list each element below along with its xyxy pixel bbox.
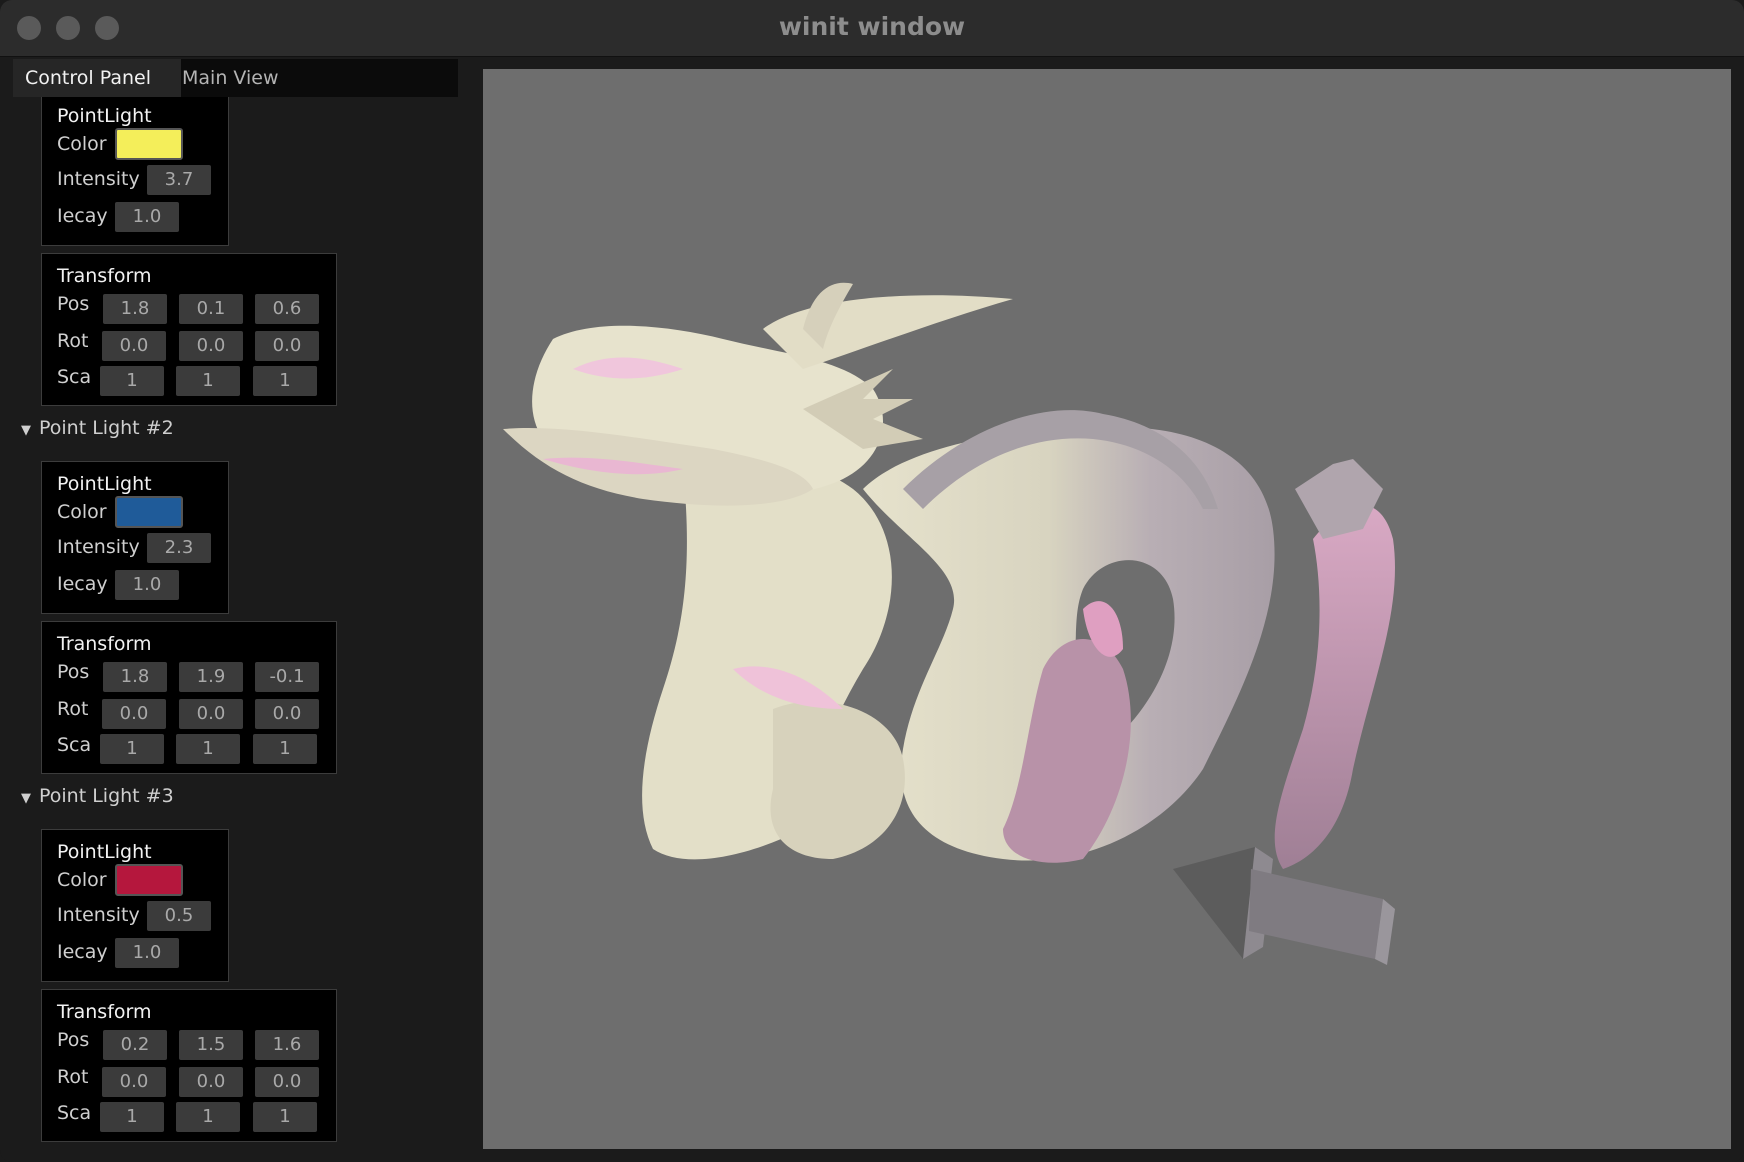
point-light-box-3: PointLight Color Intensity 0.5 Iecay 1.0: [41, 829, 229, 982]
sca-x-field[interactable]: 1: [100, 734, 164, 764]
point-light-heading: PointLight: [57, 841, 152, 863]
rot-label: Rot: [57, 1066, 89, 1088]
decay-label: Iecay: [57, 205, 108, 227]
collapse-arrow-icon: ▼: [21, 791, 31, 806]
color-label: Color: [57, 133, 107, 155]
section-title: Point Light #3: [39, 785, 174, 807]
tab-control-panel[interactable]: Control Panel: [13, 59, 181, 97]
rot-y-field[interactable]: 0.0: [179, 331, 243, 361]
rot-x-field[interactable]: 0.0: [102, 1067, 166, 1097]
sca-x-field[interactable]: 1: [100, 366, 164, 396]
sca-label: Sca: [57, 734, 92, 756]
rot-label: Rot: [57, 698, 89, 720]
point-light-box-1: PointLight Color Intensity 3.7 Iecay 1.0: [41, 97, 229, 246]
section-title: Point Light #2: [39, 417, 174, 439]
point-light-heading: PointLight: [57, 473, 152, 495]
sca-y-field[interactable]: 1: [176, 734, 240, 764]
transform-box-2: Transform Pos 1.8 1.9 -0.1 Rot 0.0 0.0 0…: [41, 621, 337, 774]
pos-label: Pos: [57, 1029, 90, 1051]
decay-field[interactable]: 1.0: [115, 202, 179, 232]
rot-label: Rot: [57, 330, 89, 352]
window-title: winit window: [778, 12, 966, 41]
pos-y-field[interactable]: 0.1: [179, 294, 243, 324]
rot-z-field[interactable]: 0.0: [255, 699, 319, 729]
point-light-2-header[interactable]: ▼ Point Light #2: [21, 417, 174, 439]
color-swatch[interactable]: [115, 128, 183, 160]
pos-label: Pos: [57, 293, 90, 315]
rot-z-field[interactable]: 0.0: [255, 331, 319, 361]
transform-heading: Transform: [57, 633, 152, 655]
intensity-field[interactable]: 2.3: [147, 533, 211, 563]
transform-heading: Transform: [57, 1001, 152, 1023]
pos-z-field[interactable]: 1.6: [255, 1030, 319, 1060]
intensity-label: Intensity: [57, 536, 140, 558]
decay-label: Iecay: [57, 573, 108, 595]
intensity-field[interactable]: 3.7: [147, 165, 211, 195]
rot-z-field[interactable]: 0.0: [255, 1067, 319, 1097]
transform-box-3: Transform Pos 0.2 1.5 1.6 Rot 0.0 0.0 0.…: [41, 989, 337, 1142]
sca-label: Sca: [57, 1102, 92, 1124]
rot-y-field[interactable]: 0.0: [179, 1067, 243, 1097]
decay-field[interactable]: 1.0: [115, 570, 179, 600]
transform-heading: Transform: [57, 265, 152, 287]
tab-main-view[interactable]: Main View: [170, 59, 290, 97]
sca-z-field[interactable]: 1: [253, 366, 317, 396]
color-swatch[interactable]: [115, 496, 183, 528]
intensity-label: Intensity: [57, 168, 140, 190]
color-label: Color: [57, 869, 107, 891]
sca-z-field[interactable]: 1: [253, 734, 317, 764]
sca-z-field[interactable]: 1: [253, 1102, 317, 1132]
sca-y-field[interactable]: 1: [176, 366, 240, 396]
pos-z-field[interactable]: 0.6: [255, 294, 319, 324]
decay-field[interactable]: 1.0: [115, 938, 179, 968]
intensity-label: Intensity: [57, 904, 140, 926]
tab-bar: Control Panel Main View: [13, 59, 458, 97]
rot-y-field[interactable]: 0.0: [179, 699, 243, 729]
rot-x-field[interactable]: 0.0: [102, 331, 166, 361]
color-swatch[interactable]: [115, 864, 183, 896]
point-light-3-header[interactable]: ▼ Point Light #3: [21, 785, 174, 807]
rot-x-field[interactable]: 0.0: [102, 699, 166, 729]
point-light-heading: PointLight: [57, 105, 152, 127]
control-panel: PointLight Color Intensity 3.7 Iecay 1.0…: [0, 97, 470, 1162]
point-light-box-2: PointLight Color Intensity 2.3 Iecay 1.0: [41, 461, 229, 614]
pos-z-field[interactable]: -0.1: [255, 662, 319, 692]
collapse-arrow-icon: ▼: [21, 423, 31, 438]
pos-x-field[interactable]: 1.8: [103, 662, 167, 692]
sca-label: Sca: [57, 366, 92, 388]
sca-y-field[interactable]: 1: [176, 1102, 240, 1132]
pos-label: Pos: [57, 661, 90, 683]
transform-box-1: Transform Pos 1.8 0.1 0.6 Rot 0.0 0.0 0.…: [41, 253, 337, 406]
pos-x-field[interactable]: 1.8: [103, 294, 167, 324]
main-view-viewport[interactable]: [483, 69, 1731, 1149]
intensity-field[interactable]: 0.5: [147, 901, 211, 931]
pos-x-field[interactable]: 0.2: [103, 1030, 167, 1060]
decay-label: Iecay: [57, 941, 108, 963]
pos-y-field[interactable]: 1.9: [179, 662, 243, 692]
title-bar: winit window: [0, 0, 1744, 57]
dragon-model: [503, 282, 1395, 965]
app-window: winit window Control Panel Main View Poi…: [0, 0, 1744, 1162]
pos-y-field[interactable]: 1.5: [179, 1030, 243, 1060]
sca-x-field[interactable]: 1: [100, 1102, 164, 1132]
color-label: Color: [57, 501, 107, 523]
